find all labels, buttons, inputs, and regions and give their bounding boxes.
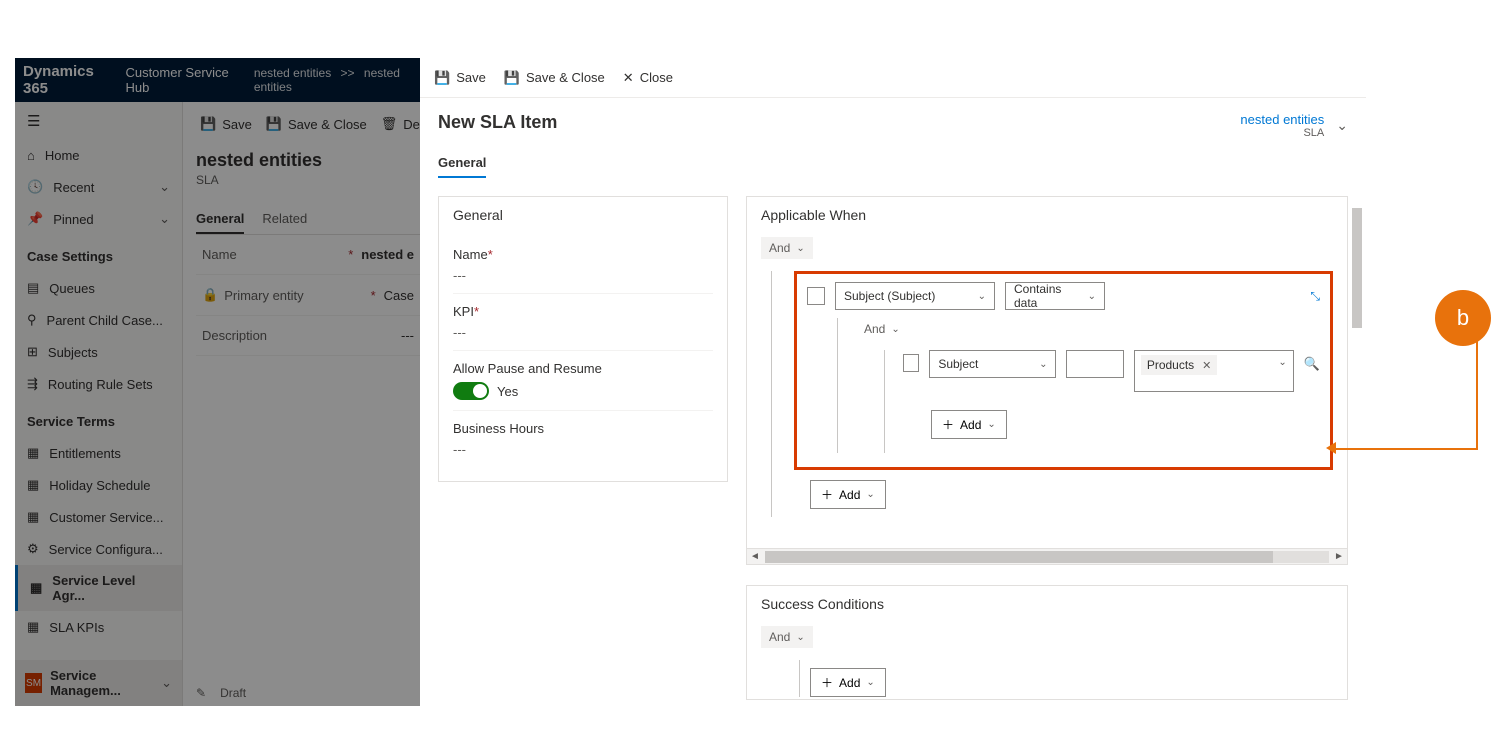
collapse-icon[interactable]: ⤡ [1310, 289, 1320, 304]
field-name[interactable]: Name* --- [453, 237, 713, 294]
root-add-button[interactable]: ＋ Add ⌄ [810, 480, 886, 509]
tab-general[interactable]: General [438, 149, 486, 178]
save-label: Save [456, 70, 486, 85]
add-label: Add [839, 676, 860, 690]
highlighted-condition-group: Subject (Subject) ⌄ Contains data ⌄ ⤡ An… [794, 271, 1333, 470]
condition-checkbox[interactable] [903, 354, 919, 372]
save-button[interactable]: 💾 Save [434, 70, 486, 86]
scroll-left-icon[interactable]: ◄ [747, 551, 763, 562]
chevron-down-icon: ⌄ [1088, 291, 1096, 302]
chevron-down-icon: ⌄ [987, 419, 995, 430]
condition-checkbox[interactable] [807, 287, 825, 305]
chevron-down-icon: ⌄ [866, 489, 874, 500]
plus-icon: ＋ [942, 416, 954, 433]
chevron-down-icon: ⌄ [978, 291, 986, 302]
field-businesshours[interactable]: Business Hours --- [453, 411, 713, 467]
save-icon: 💾 [434, 70, 450, 86]
annotation-line-horizontal [1333, 448, 1478, 450]
toggle-switch-on[interactable] [453, 382, 489, 400]
applicable-when-card: Applicable When And⌄ Subject (Subject) ⌄ [746, 196, 1348, 565]
tag-remove-icon[interactable]: ✕ [1202, 359, 1211, 372]
scroll-track[interactable] [765, 551, 1329, 563]
toggle-value: Yes [497, 384, 518, 399]
general-card-title: General [439, 197, 727, 233]
flyout-header: New SLA Item nested entities SLA ⌄ [420, 98, 1366, 139]
flyout-tabs: General [420, 139, 1366, 178]
value-lookup-products[interactable]: Products ✕ ⌄ [1134, 350, 1294, 392]
modal-overlay [15, 58, 420, 706]
close-button[interactable]: ✕ Close [623, 70, 673, 86]
success-conditions-card: Success Conditions And⌄ ＋ Add ⌄ [746, 585, 1348, 700]
name-label: Name* [453, 247, 493, 262]
operator-select-label: Contains data [1014, 282, 1078, 310]
sla-item-flyout: 💾 Save 💾 Save & Close ✕ Close New SLA Item … [420, 58, 1366, 706]
field-select-subject[interactable]: Subject (Subject) ⌄ [835, 282, 995, 310]
flyout-title: New SLA Item [438, 112, 557, 133]
conditions-column: Applicable When And⌄ Subject (Subject) ⌄ [746, 196, 1348, 700]
flyout-header-right[interactable]: nested entities SLA ⌄ [1240, 112, 1348, 139]
lookup-tag-products: Products ✕ [1141, 355, 1218, 375]
condition-row-2: Subject ⌄ ⌄ Products [903, 350, 1320, 392]
required-indicator: * [474, 304, 479, 319]
nested-group: And⌄ Subject ⌄ ⌄ [837, 318, 1320, 453]
success-add-button[interactable]: ＋ Add ⌄ [810, 668, 886, 697]
horizontal-scrollbar[interactable]: ◄ ► [747, 548, 1347, 564]
chevron-down-icon: ⌄ [796, 632, 804, 643]
add-label: Add [839, 488, 860, 502]
nested-condition-container: Subject ⌄ ⌄ Products [884, 350, 1320, 453]
businesshours-label: Business Hours [453, 421, 544, 436]
chevron-down-icon[interactable]: ⌄ [1336, 117, 1348, 134]
field-kpi[interactable]: KPI* --- [453, 294, 713, 351]
applicable-when-title: Applicable When [747, 197, 1347, 233]
annotation-arrow-icon [1326, 442, 1336, 454]
success-and-operator[interactable]: And⌄ [761, 626, 813, 648]
tag-label: Products [1147, 358, 1194, 372]
chevron-down-icon: ⌄ [891, 324, 899, 335]
field-select-label: Subject [938, 357, 978, 371]
chevron-down-icon: ⌄ [1039, 359, 1047, 370]
saveclose-icon: 💾 [504, 70, 520, 86]
nested-and-operator[interactable]: And⌄ [856, 318, 908, 340]
close-icon: ✕ [623, 70, 634, 86]
allowpause-label: Allow Pause and Resume [453, 361, 602, 376]
parent-record-type: SLA [1240, 127, 1324, 139]
chevron-down-icon: ⌄ [1278, 357, 1286, 368]
allowpause-toggle[interactable]: Yes [453, 382, 713, 400]
condition-row-1: Subject (Subject) ⌄ Contains data ⌄ ⤡ [807, 282, 1320, 310]
plus-icon: ＋ [821, 674, 833, 691]
annotation-marker-b: b [1435, 290, 1491, 346]
name-value[interactable]: --- [453, 268, 713, 283]
chevron-down-icon: ⌄ [796, 243, 804, 254]
operator-select-empty[interactable]: ⌄ [1066, 350, 1123, 378]
scroll-thumb[interactable] [765, 551, 1273, 563]
kpi-value[interactable]: --- [453, 325, 713, 340]
flyout-content: General Name* --- KPI* --- Allow Pause a… [420, 178, 1366, 718]
close-label: Close [640, 70, 673, 85]
scroll-right-icon[interactable]: ► [1331, 551, 1347, 562]
kpi-label: KPI* [453, 304, 479, 319]
search-icon[interactable]: 🔍 [1304, 356, 1320, 372]
success-conditions-title: Success Conditions [747, 586, 1347, 622]
parent-record-link[interactable]: nested entities [1240, 112, 1324, 127]
businesshours-value[interactable]: --- [453, 442, 713, 457]
add-label: Add [960, 418, 981, 432]
plus-icon: ＋ [821, 486, 833, 503]
operator-select-containsdata[interactable]: Contains data ⌄ [1005, 282, 1105, 310]
nested-add-button[interactable]: ＋ Add ⌄ [931, 410, 1007, 439]
vscroll-thumb[interactable] [1352, 208, 1362, 328]
chevron-down-icon: ⌄ [866, 677, 874, 688]
field-allowpause[interactable]: Allow Pause and Resume Yes [453, 351, 713, 411]
field-select-label: Subject (Subject) [844, 289, 935, 303]
saveclose-button[interactable]: 💾 Save & Close [504, 70, 605, 86]
saveclose-label: Save & Close [526, 70, 605, 85]
required-indicator: * [488, 247, 493, 262]
vertical-scrollbar[interactable] [1350, 208, 1364, 748]
flyout-commandbar: 💾 Save 💾 Save & Close ✕ Close [420, 58, 1366, 98]
general-card: General Name* --- KPI* --- Allow Pause a… [438, 196, 728, 482]
field-select-subject2[interactable]: Subject ⌄ [929, 350, 1056, 378]
root-and-operator[interactable]: And⌄ [761, 237, 813, 259]
